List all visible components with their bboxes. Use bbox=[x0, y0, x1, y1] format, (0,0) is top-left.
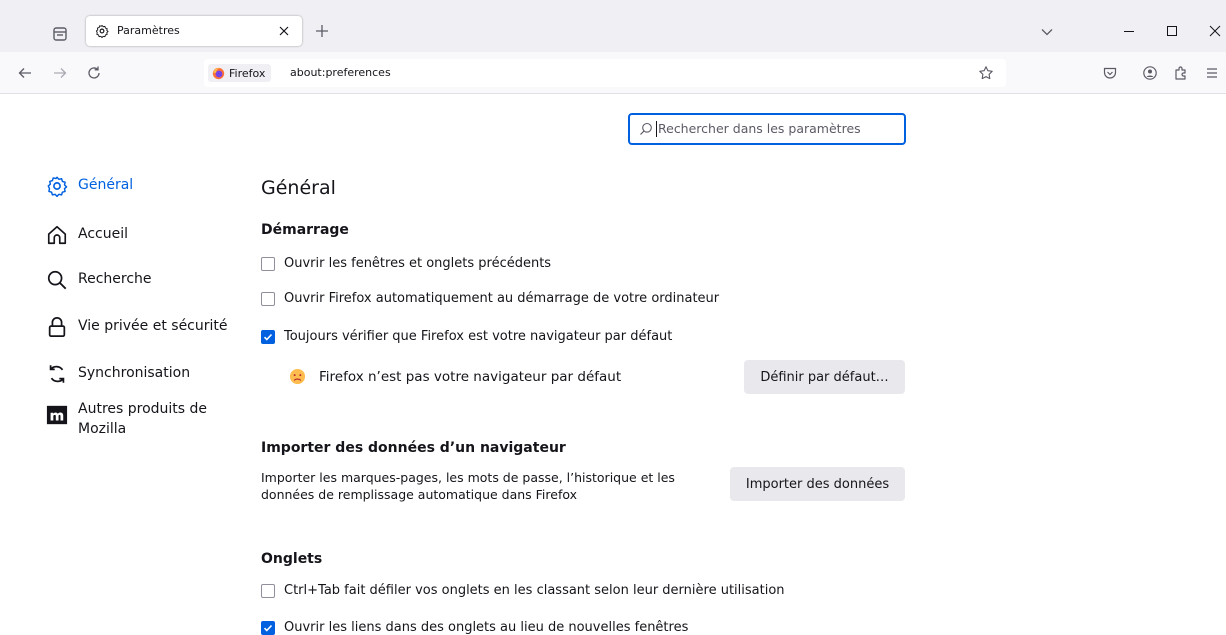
star-icon[interactable] bbox=[978, 65, 994, 81]
search-icon bbox=[640, 122, 652, 135]
sidebar-item-label: Recherche bbox=[78, 271, 152, 287]
settings-search-input[interactable]: Rechercher dans les paramètres bbox=[628, 113, 906, 145]
autostart-option[interactable]: Ouvrir Firefox automatiquement au démarr… bbox=[261, 291, 719, 306]
sidebar-item-label: Général bbox=[78, 177, 134, 193]
ctrl-tab-checkbox[interactable] bbox=[261, 583, 275, 598]
sad-face-icon bbox=[289, 368, 306, 385]
url-bar[interactable]: Firefox about:preferences bbox=[204, 59, 1006, 87]
import-heading: Importer des données d’un navigateur bbox=[261, 440, 566, 456]
sidebar-item-general[interactable]: Général bbox=[46, 175, 133, 197]
reload-icon[interactable] bbox=[86, 65, 102, 81]
links-in-tabs-checkbox[interactable] bbox=[261, 620, 275, 635]
startup-heading: Démarrage bbox=[261, 222, 349, 238]
sidebar-item-search[interactable]: Recherche bbox=[46, 269, 152, 291]
mozilla-icon bbox=[46, 405, 68, 425]
checkmark-icon bbox=[263, 624, 273, 632]
minimize-icon[interactable] bbox=[1122, 24, 1136, 38]
identity-box[interactable]: Firefox bbox=[208, 64, 272, 82]
page-title: Général bbox=[261, 177, 336, 199]
autostart-checkbox[interactable] bbox=[261, 291, 275, 306]
sidebar-item-label: Synchronisation bbox=[78, 365, 191, 381]
check-default-option[interactable]: Toujours vérifier que Firefox est votre … bbox=[261, 329, 672, 344]
restore-session-option[interactable]: Ouvrir les fenêtres et onglets précédent… bbox=[261, 256, 551, 271]
close-icon[interactable] bbox=[277, 24, 291, 38]
default-browser-status: Firefox n’est pas votre navigateur par d… bbox=[289, 368, 621, 385]
sidebar-item-sync[interactable]: Synchronisation bbox=[46, 363, 190, 385]
import-data-button[interactable]: Importer des données bbox=[730, 467, 905, 501]
gear-icon bbox=[47, 176, 68, 197]
autostart-label: Ouvrir Firefox automatiquement au démarr… bbox=[284, 291, 720, 306]
import-description: Importer les marques-pages, les mots de … bbox=[261, 470, 675, 502]
home-icon bbox=[47, 225, 67, 245]
forward-arrow-icon[interactable] bbox=[52, 65, 68, 81]
url-text[interactable]: about:preferences bbox=[290, 66, 391, 79]
set-default-button[interactable]: Définir par défaut… bbox=[744, 360, 905, 394]
text-cursor bbox=[656, 121, 657, 137]
tab-list-icon[interactable] bbox=[50, 24, 70, 44]
sidebar-item-privacy[interactable]: Vie privée et sécurité bbox=[46, 316, 228, 338]
links-in-tabs-option[interactable]: Ouvrir les liens dans des onglets au lie… bbox=[261, 620, 688, 635]
menu-icon[interactable] bbox=[1204, 65, 1220, 81]
sidebar-item-label: Autres produits de Mozilla bbox=[78, 401, 208, 437]
gear-icon bbox=[95, 24, 109, 38]
window-close-icon[interactable] bbox=[1208, 24, 1222, 38]
account-icon[interactable] bbox=[1142, 65, 1158, 81]
restore-session-label: Ouvrir les fenêtres et onglets précédent… bbox=[284, 256, 552, 271]
tabs-heading: Onglets bbox=[261, 551, 323, 567]
identity-label: Firefox bbox=[229, 66, 266, 80]
sync-icon bbox=[49, 365, 65, 383]
links-in-tabs-label: Ouvrir les liens dans des onglets au lie… bbox=[284, 620, 689, 635]
back-arrow-icon[interactable] bbox=[17, 65, 33, 81]
ctrl-tab-option[interactable]: Ctrl+Tab fait défiler vos onglets en les… bbox=[261, 583, 785, 598]
sidebar-item-home[interactable]: Accueil bbox=[46, 224, 128, 246]
sidebar-item-label: Accueil bbox=[78, 226, 128, 242]
search-icon bbox=[47, 270, 67, 290]
tab-settings[interactable]: Paramètres bbox=[86, 16, 302, 46]
lock-icon bbox=[48, 317, 66, 338]
tab-title: Paramètres bbox=[117, 24, 180, 37]
new-tab-icon[interactable] bbox=[314, 23, 330, 39]
pocket-icon[interactable] bbox=[1102, 65, 1118, 81]
chevron-down-icon[interactable] bbox=[1040, 25, 1054, 39]
restore-session-checkbox[interactable] bbox=[261, 256, 275, 271]
ctrl-tab-label: Ctrl+Tab fait défiler vos onglets en les… bbox=[284, 583, 785, 598]
check-default-label: Toujours vérifier que Firefox est votre … bbox=[284, 329, 673, 344]
sidebar-item-mozilla-products[interactable]: Autres produits de Mozilla bbox=[46, 399, 238, 439]
firefox-logo-icon bbox=[212, 67, 225, 79]
default-browser-status-text: Firefox n’est pas votre navigateur par d… bbox=[319, 368, 622, 385]
check-default-checkbox[interactable] bbox=[261, 329, 275, 344]
navigation-toolbar: Firefox about:preferences bbox=[0, 52, 1226, 94]
tab-strip: Paramètres bbox=[0, 0, 1226, 52]
checkmark-icon bbox=[263, 333, 273, 341]
extensions-icon[interactable] bbox=[1173, 65, 1189, 81]
sidebar-item-label: Vie privée et sécurité bbox=[78, 318, 228, 334]
maximize-icon[interactable] bbox=[1165, 24, 1179, 38]
search-placeholder: Rechercher dans les paramètres bbox=[658, 121, 861, 136]
